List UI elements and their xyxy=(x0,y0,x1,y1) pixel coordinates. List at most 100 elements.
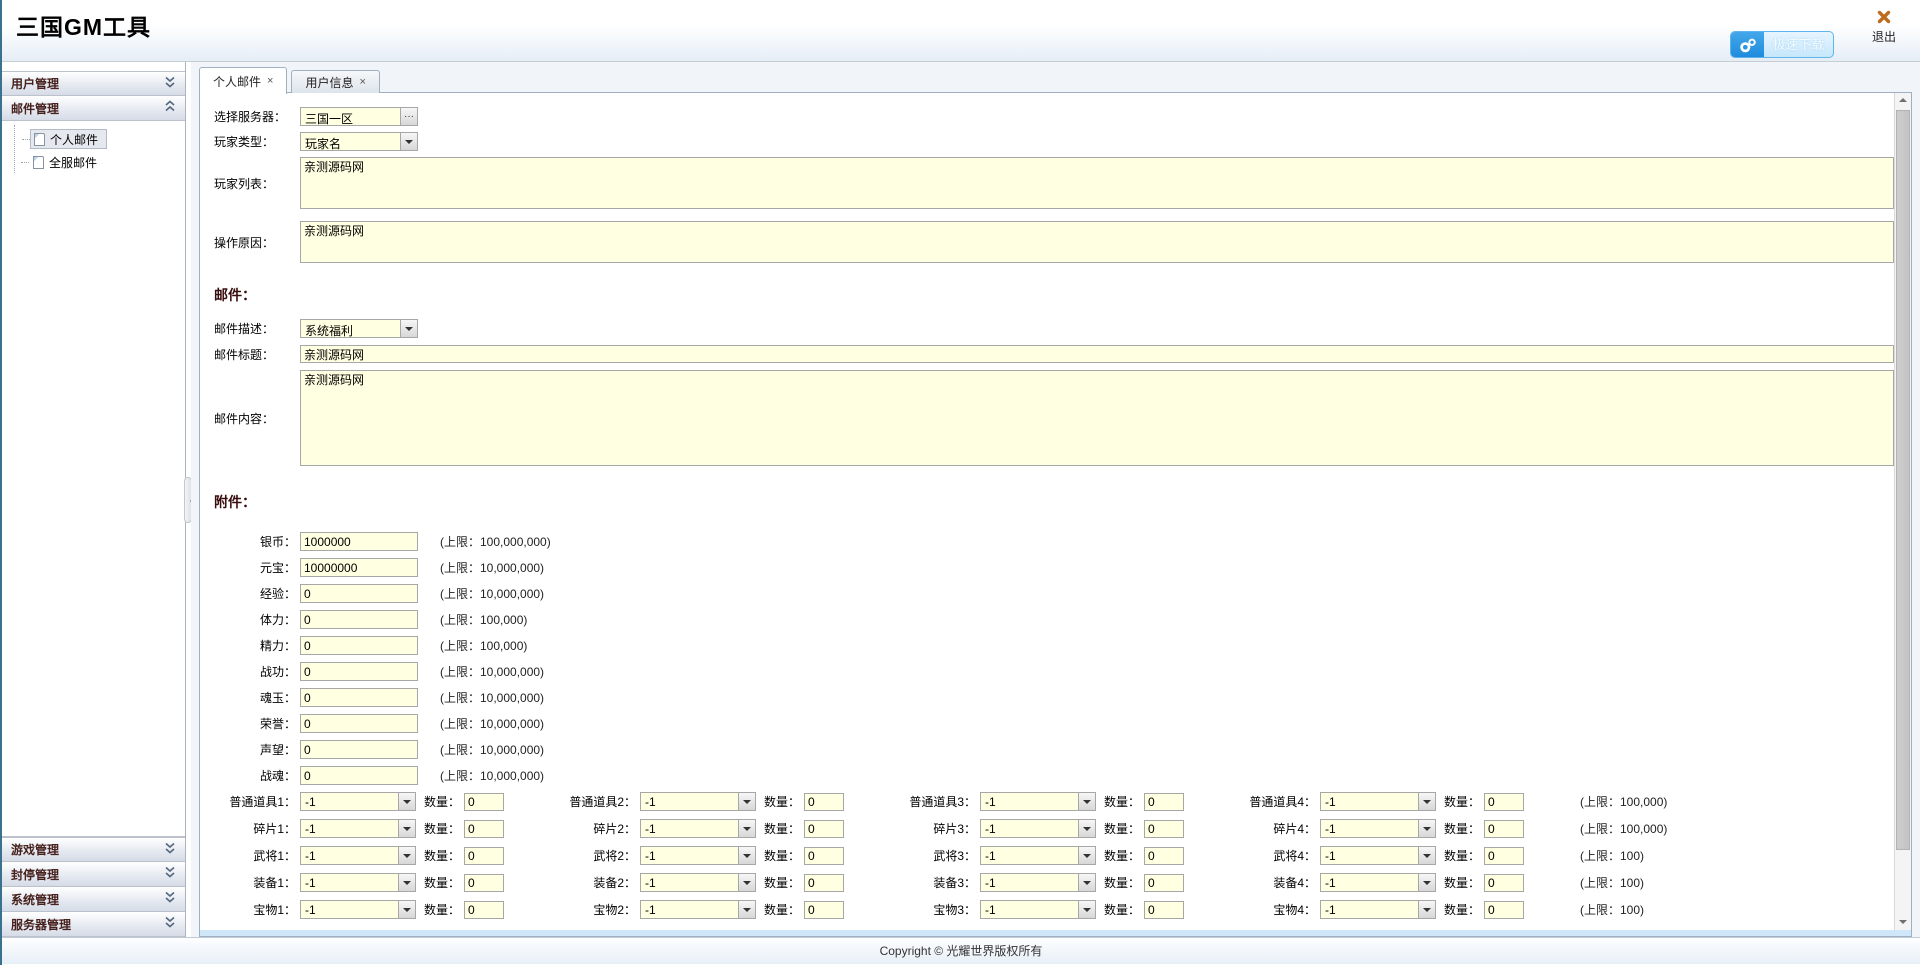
item-select[interactable]: -1 xyxy=(300,846,416,865)
currency-input[interactable] xyxy=(300,636,418,655)
tab-用户信息[interactable]: 用户信息× xyxy=(291,70,379,93)
sidebar-panel-系统管理[interactable]: 系统管理 xyxy=(2,887,185,912)
dropdown-arrow-icon[interactable] xyxy=(398,820,415,837)
horizontal-scrollbar[interactable] xyxy=(200,930,1911,936)
mail-desc-select[interactable]: 系统福利 xyxy=(300,319,418,338)
quantity-input[interactable] xyxy=(1144,847,1184,865)
player-list-label: 玩家列表： xyxy=(214,175,296,192)
dropdown-arrow-icon[interactable] xyxy=(1418,793,1435,810)
item-select[interactable]: -1 xyxy=(300,792,416,811)
dropdown-arrow-icon[interactable] xyxy=(398,793,415,810)
quantity-input[interactable] xyxy=(804,793,844,811)
dropdown-arrow-icon[interactable] xyxy=(1078,874,1095,891)
server-picker[interactable]: 三国一区 ··· xyxy=(300,107,418,126)
quantity-input[interactable] xyxy=(464,847,504,865)
dropdown-arrow-icon[interactable] xyxy=(398,901,415,918)
item-select[interactable]: -1 xyxy=(980,819,1096,838)
scrollbar-thumb[interactable] xyxy=(1896,110,1910,850)
quantity-input[interactable] xyxy=(1484,874,1524,892)
sidebar-panel-封停管理[interactable]: 封停管理 xyxy=(2,862,185,887)
quantity-input[interactable] xyxy=(464,820,504,838)
currency-input[interactable] xyxy=(300,558,418,577)
item-select[interactable]: -1 xyxy=(300,900,416,919)
dropdown-arrow-icon[interactable] xyxy=(738,901,755,918)
item-select[interactable]: -1 xyxy=(1320,900,1436,919)
dropdown-arrow-icon[interactable] xyxy=(1078,793,1095,810)
item-select[interactable]: -1 xyxy=(980,900,1096,919)
sidebar-panel-用户管理[interactable]: 用户管理 xyxy=(2,71,185,96)
currency-input[interactable] xyxy=(300,766,418,785)
dropdown-arrow-icon[interactable] xyxy=(1078,820,1095,837)
quantity-input[interactable] xyxy=(1484,793,1524,811)
item-select[interactable]: -1 xyxy=(640,819,756,838)
scroll-down-arrow-icon[interactable] xyxy=(1895,913,1911,930)
sidebar-item-个人邮件[interactable]: 个人邮件 xyxy=(30,129,107,149)
item-select[interactable]: -1 xyxy=(300,819,416,838)
quantity-input[interactable] xyxy=(1144,874,1184,892)
quantity-input[interactable] xyxy=(804,874,844,892)
mail-content-textarea[interactable]: 亲测源码网 xyxy=(300,370,1894,466)
quantity-input[interactable] xyxy=(1144,820,1184,838)
currency-input[interactable] xyxy=(300,740,418,759)
quantity-input[interactable] xyxy=(1144,901,1184,919)
scroll-up-arrow-icon[interactable] xyxy=(1895,93,1911,110)
player-list-textarea[interactable]: 亲测源码网 xyxy=(300,157,1894,209)
dropdown-arrow-icon[interactable] xyxy=(738,847,755,864)
dropdown-arrow-icon[interactable] xyxy=(738,793,755,810)
quantity-input[interactable] xyxy=(804,820,844,838)
quantity-input[interactable] xyxy=(1144,793,1184,811)
tab-close-icon[interactable]: × xyxy=(267,75,273,87)
currency-input[interactable] xyxy=(300,662,418,681)
item-select[interactable]: -1 xyxy=(980,873,1096,892)
quantity-input[interactable] xyxy=(1484,847,1524,865)
quantity-input[interactable] xyxy=(464,793,504,811)
sidebar-panel-服务器管理[interactable]: 服务器管理 xyxy=(2,912,185,937)
quantity-input[interactable] xyxy=(804,847,844,865)
dropdown-arrow-icon[interactable] xyxy=(398,874,415,891)
item-select[interactable]: -1 xyxy=(640,873,756,892)
quantity-input[interactable] xyxy=(804,901,844,919)
quantity-input[interactable] xyxy=(464,874,504,892)
quantity-input[interactable] xyxy=(1484,901,1524,919)
player-type-select[interactable]: 玩家名 xyxy=(300,132,418,151)
quantity-input[interactable] xyxy=(1484,820,1524,838)
item-select[interactable]: -1 xyxy=(1320,873,1436,892)
dropdown-arrow-icon[interactable] xyxy=(398,847,415,864)
dropdown-arrow-icon[interactable] xyxy=(738,820,755,837)
dropdown-arrow-icon[interactable] xyxy=(738,874,755,891)
mail-title-input[interactable] xyxy=(300,345,1894,363)
currency-input[interactable] xyxy=(300,610,418,629)
vertical-scrollbar[interactable] xyxy=(1894,93,1911,930)
item-select[interactable]: -1 xyxy=(1320,792,1436,811)
dropdown-arrow-icon[interactable] xyxy=(1078,847,1095,864)
item-select[interactable]: -1 xyxy=(980,846,1096,865)
dropdown-arrow-icon[interactable] xyxy=(1418,820,1435,837)
item-select[interactable]: -1 xyxy=(300,873,416,892)
netdisk-badge-button[interactable]: 极速下载 xyxy=(1730,31,1834,58)
logout-button[interactable]: 退出 xyxy=(1864,10,1904,45)
item-select[interactable]: -1 xyxy=(640,792,756,811)
dropdown-arrow-icon[interactable] xyxy=(1078,901,1095,918)
dropdown-arrow-icon[interactable] xyxy=(1418,901,1435,918)
item-select[interactable]: -1 xyxy=(980,792,1096,811)
item-select[interactable]: -1 xyxy=(640,846,756,865)
dropdown-arrow-icon[interactable] xyxy=(400,133,417,150)
currency-input[interactable] xyxy=(300,584,418,603)
item-select[interactable]: -1 xyxy=(1320,819,1436,838)
dropdown-arrow-icon[interactable] xyxy=(400,320,417,337)
currency-input[interactable] xyxy=(300,532,418,551)
sidebar-panel-游戏管理[interactable]: 游戏管理 xyxy=(2,837,185,862)
dropdown-arrow-icon[interactable] xyxy=(1418,874,1435,891)
tab-个人邮件[interactable]: 个人邮件× xyxy=(199,67,287,94)
sidebar-item-全服邮件[interactable]: 全服邮件 xyxy=(30,152,105,172)
quantity-input[interactable] xyxy=(464,901,504,919)
tab-close-icon[interactable]: × xyxy=(359,76,365,88)
sidebar-panel-邮件管理[interactable]: 邮件管理 xyxy=(2,96,185,121)
server-more-button[interactable]: ··· xyxy=(400,108,417,125)
item-select[interactable]: -1 xyxy=(640,900,756,919)
currency-input[interactable] xyxy=(300,688,418,707)
reason-textarea[interactable]: 亲测源码网 xyxy=(300,221,1894,263)
item-select[interactable]: -1 xyxy=(1320,846,1436,865)
dropdown-arrow-icon[interactable] xyxy=(1418,847,1435,864)
currency-input[interactable] xyxy=(300,714,418,733)
